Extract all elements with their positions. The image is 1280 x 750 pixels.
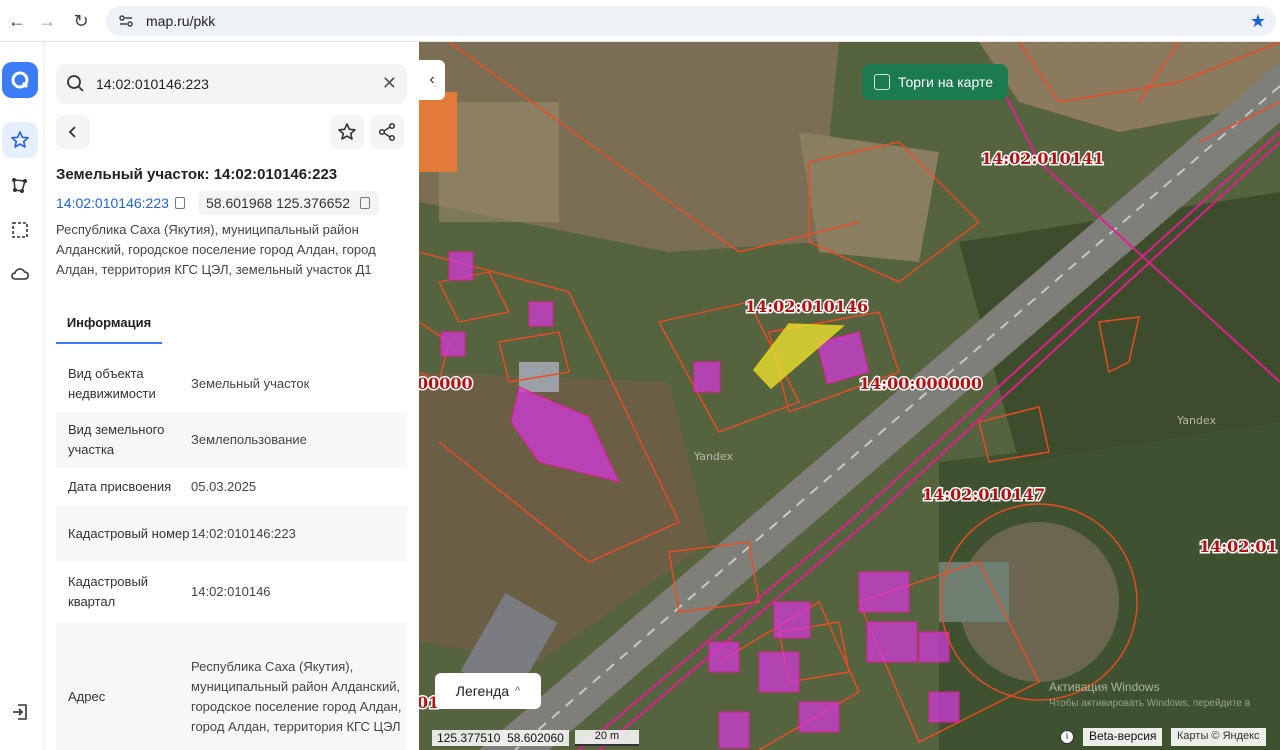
left-rail [0, 42, 44, 750]
back-button[interactable]: ← [0, 4, 34, 38]
forward-button[interactable]: → [30, 4, 64, 38]
star-icon [11, 131, 29, 148]
map-view[interactable]: 14:02:010141 14:02:010146 14:00:000000 0… [419, 42, 1280, 750]
draw-polygon-button[interactable] [2, 168, 38, 204]
share-icon [378, 122, 396, 142]
parcel-title: Земельный участок: 14:02:010146:223 [56, 166, 338, 183]
address-bar[interactable]: map.ru/pkk ★ [106, 6, 1276, 36]
info-row-value: 14:02:010146:223 [191, 526, 296, 541]
coordinates-text: 58.601968 125.376652 [206, 195, 351, 211]
map-label-cadastral: 14:02:010147 [922, 485, 1045, 504]
app-logo-button[interactable] [2, 62, 38, 98]
coordinates-chip[interactable]: 58.601968 125.376652 [198, 191, 379, 215]
parcel-address: Республика Саха (Якутия), муниципальный … [56, 222, 376, 277]
auctions-toggle[interactable]: Торги на карте [862, 64, 1008, 100]
polygon-icon [12, 178, 27, 193]
clear-search-icon[interactable]: ✕ [382, 73, 397, 94]
cursor-coordinates: 125.377510 58.602060 [432, 730, 569, 746]
map-label-cadastral: 00000 [419, 374, 473, 393]
map-attribution[interactable]: Карты © Яндекс [1171, 728, 1266, 746]
legend-label: Легенда [455, 683, 510, 699]
logout-icon [13, 704, 27, 720]
yandex-watermark: Yandex [1176, 414, 1216, 427]
chevron-left-icon: ‹ [429, 71, 435, 88]
auctions-checkbox[interactable] [874, 74, 890, 90]
logout-button[interactable] [2, 694, 38, 730]
reload-button[interactable]: ↻ [64, 4, 98, 38]
selection-icon [12, 222, 28, 238]
cloud-icon [11, 268, 30, 280]
chevron-left-icon [68, 126, 76, 138]
star-outline-icon [338, 123, 356, 140]
info-row: Дата присвоения 05.03.2025 [56, 470, 407, 504]
cloud-button[interactable] [2, 256, 38, 292]
yandex-watermark: Yandex [693, 450, 733, 463]
info-row-key: Кадастровый номер [68, 526, 190, 541]
cadastral-number-link[interactable]: 14:02:010146:223 [56, 191, 185, 215]
info-row-value: Землепользование [191, 432, 307, 447]
site-settings-icon[interactable] [118, 13, 134, 29]
logo-icon [11, 71, 29, 89]
map-label-cadastral: 14:02:010141 [981, 149, 1104, 168]
share-button[interactable] [370, 115, 404, 149]
info-row-key: Дата присвоения [68, 479, 172, 494]
info-row: Кадастровый номер 14:02:010146:223 [56, 506, 407, 562]
info-row-value: Республика Саха (Якутия), муниципальный … [191, 659, 402, 734]
copy-coordinates-icon[interactable] [360, 197, 371, 209]
satellite-map[interactable]: 14:02:010141 14:02:010146 14:00:000000 0… [419, 42, 1280, 750]
collapse-panel-button[interactable]: ‹ [419, 60, 445, 100]
select-area-button[interactable] [2, 212, 38, 248]
search-icon [67, 75, 84, 92]
bookmark-star-icon[interactable]: ★ [1250, 11, 1266, 32]
info-row-value: Земельный участок [191, 376, 310, 391]
map-label-cadastral: 14:02:01 [1199, 537, 1278, 556]
info-row-value: 14:02:010146 [191, 584, 271, 599]
back-to-results-button[interactable] [56, 115, 90, 149]
info-row-value: 05.03.2025 [191, 479, 257, 494]
windows-activation-watermark: Активация Windows [1049, 680, 1160, 694]
legend-button[interactable]: Легенда ^ [435, 673, 541, 709]
reload-icon: ↻ [73, 10, 89, 31]
url-text: map.ru/pkk [146, 13, 216, 29]
info-row: Адрес Республика Саха (Якутия), муниципа… [56, 622, 407, 750]
add-favorite-button[interactable] [330, 115, 364, 149]
scale-bar: 20 m [575, 730, 639, 746]
search-input[interactable]: 14:02:010146:223 [96, 76, 209, 92]
info-row-key: Адрес [68, 689, 106, 704]
info-row-key: Кадастровый квартал [68, 574, 149, 609]
favorites-button[interactable] [2, 122, 38, 158]
info-row: Вид земельного участка Землепользование [56, 412, 407, 468]
info-row: Вид объекта недвижимости Земельный участ… [56, 358, 407, 410]
chevron-up-icon: ^ [515, 685, 521, 697]
info-icon[interactable]: i [1060, 730, 1074, 744]
auctions-toggle-label: Торги на карте [898, 74, 993, 90]
info-row: Кадастровый квартал 14:02:010146 [56, 564, 407, 620]
map-label-cadastral: 14:00:000000 [859, 374, 982, 393]
copy-icon[interactable] [174, 197, 185, 209]
back-icon: ← [8, 10, 26, 31]
cadastral-number-text[interactable]: 14:02:010146:223 [56, 195, 169, 211]
browser-toolbar: ← → ↻ map.ru/pkk ★ [0, 0, 1280, 42]
info-row-key: Вид земельного участка [68, 422, 165, 457]
parcel-info-panel: 14:02:010146:223 ✕ Земельный участок: 14… [44, 42, 419, 750]
tab-information[interactable]: Информация [56, 312, 162, 344]
beta-badge[interactable]: Beta-версия [1083, 728, 1163, 746]
map-label-cadastral: 14:02:010146 [745, 297, 868, 316]
info-row-key: Вид объекта недвижимости [68, 366, 156, 401]
search-field[interactable]: 14:02:010146:223 ✕ [56, 64, 407, 104]
windows-activation-subtext: Чтобы активировать Windows, перейдите в [1049, 698, 1251, 709]
forward-icon: → [38, 10, 56, 31]
